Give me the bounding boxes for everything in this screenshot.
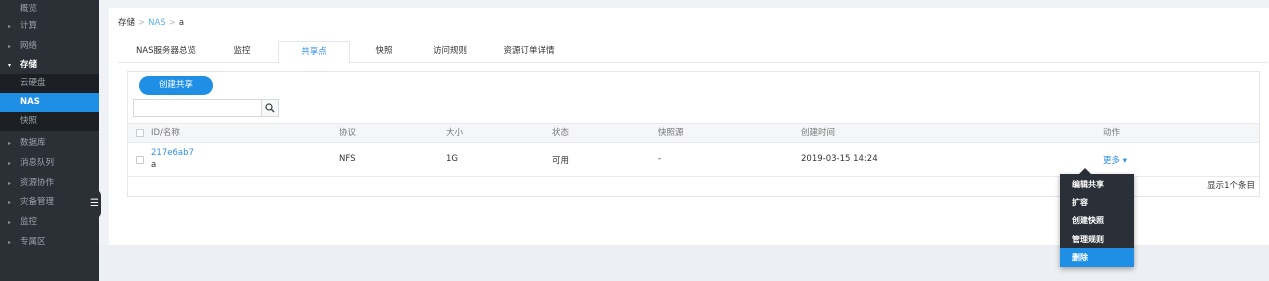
menu-item-delete[interactable]: 删除 (1060, 248, 1134, 267)
sidebar-item-monitoring[interactable]: ▸ 监控 (0, 213, 99, 232)
tab-snapshots[interactable]: 快照 (360, 41, 408, 63)
tab-resource-order[interactable]: 资源订单详情 (493, 41, 565, 63)
sidebar-item-label: 云硬盘 (20, 78, 46, 88)
tab-monitoring[interactable]: 监控 (218, 41, 266, 63)
sidebar-item-compute[interactable]: ▸ 计算 (0, 17, 99, 36)
tab-bar: NAS服务器总览 监控 共享点 快照 访问规则 资源订单详情 (118, 41, 1268, 64)
tab-label: 监控 (233, 46, 251, 56)
sidebar-item-label: 灾备管理 (20, 197, 55, 207)
sidebar-item-label: 消息队列 (20, 158, 55, 168)
caret-right-icon: ▸ (8, 160, 12, 167)
sidebar-item-message-queue[interactable]: ▸ 消息队列 (0, 154, 99, 173)
share-protocol: NFS (339, 154, 356, 164)
sidebar-item-label: 专属区 (20, 237, 46, 247)
caret-right-icon: ▸ (8, 140, 12, 147)
caret-right-icon: ▸ (8, 219, 12, 226)
sidebar-item-label: 计算 (20, 21, 38, 31)
menu-item-edit-share[interactable]: 编辑共享 (1060, 175, 1134, 194)
tab-share-points[interactable]: 共享点 (278, 41, 350, 64)
share-created-time: 2019-03-15 14:24 (801, 154, 878, 164)
column-header-id-name: ID/名称 (151, 128, 180, 138)
caret-right-icon: ▸ (8, 23, 12, 30)
column-header-status: 状态 (552, 128, 570, 138)
sidebar-collapse-handle[interactable]: ☰ (88, 189, 101, 219)
sidebar-item-label: 资源协作 (20, 178, 55, 188)
share-snapshot-source: - (658, 154, 662, 164)
column-header-size: 大小 (446, 128, 464, 138)
sidebar-item-cloud-disk[interactable]: 云硬盘 (0, 74, 99, 93)
tab-label: 资源订单详情 (503, 46, 555, 56)
row-checkbox[interactable] (136, 156, 144, 164)
share-status: 可用 (552, 156, 570, 166)
breadcrumb-leaf: a (178, 18, 185, 28)
sidebar-item-storage[interactable]: ▾ 存储 (0, 56, 99, 75)
breadcrumb: 存储 > NAS > a (118, 16, 184, 28)
search-button[interactable] (261, 99, 279, 117)
select-all-checkbox[interactable] (136, 129, 144, 137)
sidebar-item-database[interactable]: ▸ 数据库 (0, 134, 99, 153)
sidebar-item-network[interactable]: ▸ 网络 (0, 37, 99, 56)
sidebar-item-label: 数据库 (20, 138, 46, 148)
tab-access-rules[interactable]: 访问规则 (420, 41, 480, 63)
sidebar-item-label: NAS (20, 97, 40, 107)
menu-item-manage-rules[interactable]: 管理规则 (1060, 230, 1134, 249)
tab-nas-overview[interactable]: NAS服务器总览 (126, 41, 206, 63)
caret-right-icon: ▸ (8, 239, 12, 246)
column-header-action: 动作 (1103, 128, 1121, 138)
caret-down-icon: ▾ (8, 62, 12, 69)
column-header-snapshot-source: 快照源 (658, 128, 684, 138)
sidebar-item-dedicated-zone[interactable]: ▸ 专属区 (0, 233, 99, 252)
sidebar-item-label: 网络 (20, 41, 38, 51)
share-size: 1G (446, 154, 458, 164)
share-id-link[interactable]: 217e6ab7 (151, 148, 194, 158)
table-header: ID/名称 协议 大小 状态 快照源 创建时间 动作 (128, 123, 1259, 143)
chevron-down-icon: ▾ (1122, 156, 1127, 166)
more-label: 更多 (1103, 156, 1121, 166)
column-header-created: 创建时间 (801, 128, 836, 138)
sidebar: 概览 ▸ 计算 ▸ 网络 ▾ 存储 云硬盘 NAS 快照 ▸ 数据库 ▸ 消息队… (0, 0, 99, 281)
tab-label: 共享点 (301, 47, 327, 57)
tab-label: NAS服务器总览 (135, 46, 197, 56)
caret-right-icon: ▸ (8, 199, 12, 206)
search-input[interactable] (133, 99, 262, 117)
entry-count: 显示1个条目 (1207, 181, 1255, 191)
more-actions-button[interactable]: 更多 ▾ (1103, 154, 1127, 166)
sidebar-item-label: 快照 (20, 116, 38, 126)
search-icon (265, 103, 275, 113)
breadcrumb-separator: > (138, 18, 146, 28)
more-actions-menu: 编辑共享 扩容 创建快照 管理规则 删除 (1060, 174, 1134, 267)
sidebar-item-snapshot[interactable]: 快照 (0, 112, 99, 131)
share-name: a (151, 160, 157, 170)
column-header-protocol: 协议 (339, 128, 357, 138)
sidebar-item-label: 存储 (20, 60, 38, 70)
breadcrumb-separator: > (168, 18, 176, 28)
sidebar-item-disaster-recovery[interactable]: ▸ 灾备管理 (0, 193, 99, 212)
tab-label: 访问规则 (432, 46, 467, 56)
sidebar-item-resource-collab[interactable]: ▸ 资源协作 (0, 174, 99, 193)
menu-item-expand[interactable]: 扩容 (1060, 193, 1134, 212)
caret-right-icon: ▸ (8, 43, 12, 50)
tab-label: 快照 (375, 46, 393, 56)
sidebar-item-nas[interactable]: NAS (0, 93, 99, 112)
sidebar-item-label: 监控 (20, 217, 38, 227)
breadcrumb-root[interactable]: 存储 (118, 18, 135, 28)
breadcrumb-nas[interactable]: NAS (148, 18, 166, 28)
create-share-button[interactable]: 创建共享 (139, 76, 213, 95)
menu-item-create-snapshot[interactable]: 创建快照 (1060, 211, 1134, 230)
caret-right-icon: ▸ (8, 180, 12, 187)
menu-collapse-icon: ☰ (90, 198, 99, 209)
